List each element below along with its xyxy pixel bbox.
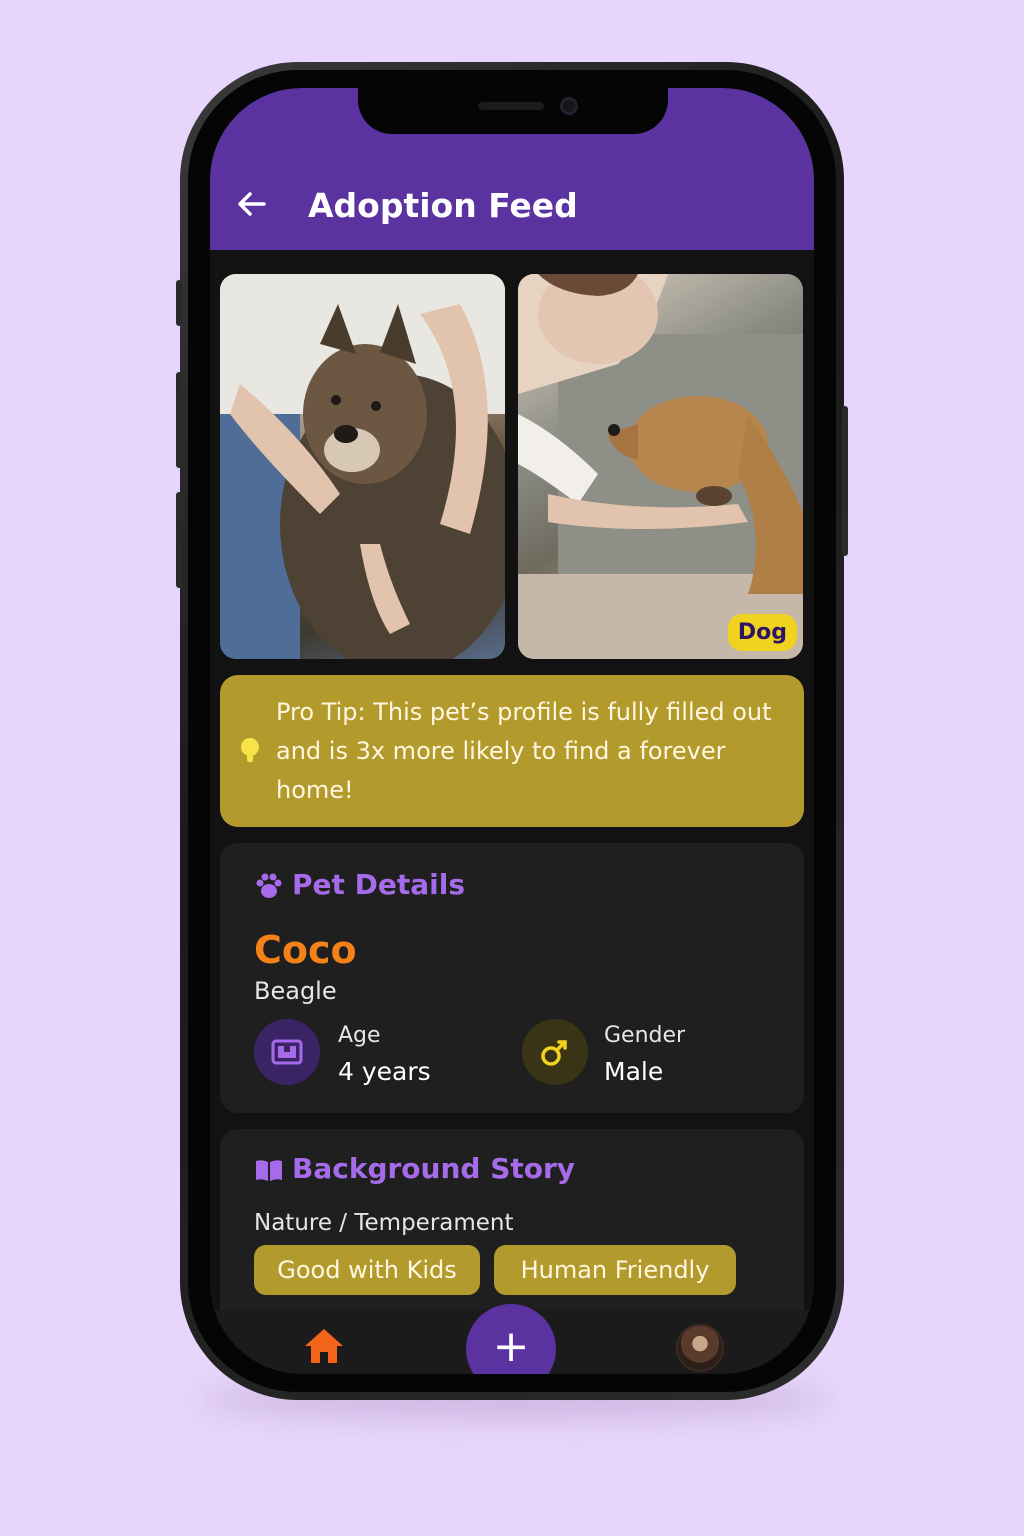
pet-photo-1[interactable] bbox=[220, 274, 505, 659]
page-title: Adoption Feed bbox=[308, 186, 578, 225]
temperament-chip[interactable]: Human Friendly bbox=[494, 1245, 736, 1295]
gender-icon-badge bbox=[522, 1019, 588, 1085]
front-camera bbox=[560, 97, 578, 115]
open-book-icon bbox=[256, 1160, 282, 1181]
arrow-left-icon bbox=[238, 192, 266, 216]
pro-tip-text: Pro Tip: This pet’s profile is fully fil… bbox=[276, 698, 772, 804]
pet-breed: Beagle bbox=[254, 977, 337, 1005]
feed-content[interactable]: Dog Pro Tip: This pet’s profile is fully… bbox=[210, 250, 814, 1329]
back-button[interactable] bbox=[232, 184, 272, 224]
notch bbox=[358, 88, 668, 134]
gender-value: Male bbox=[604, 1057, 664, 1086]
age-label: Age bbox=[338, 1023, 381, 1048]
photo-2-illustration bbox=[518, 274, 803, 659]
age-icon-badge bbox=[254, 1019, 320, 1085]
paw-icon bbox=[256, 873, 282, 898]
pro-tip-banner: Pro Tip: This pet’s profile is fully fil… bbox=[220, 675, 804, 827]
pet-details-heading: Pet Details bbox=[254, 867, 465, 903]
age-value: 4 years bbox=[338, 1057, 431, 1086]
screen: Adoption Feed Dog Pro Tip: This pet’s pr… bbox=[210, 88, 814, 1374]
home-icon[interactable] bbox=[302, 1326, 346, 1366]
temperament-subheading: Nature / Temperament bbox=[254, 1210, 514, 1236]
profile-avatar[interactable] bbox=[676, 1324, 724, 1372]
background-story-heading: Background Story bbox=[254, 1151, 575, 1187]
speaker-grille bbox=[478, 102, 544, 110]
background-story-card: Background Story Nature / Temperament Go… bbox=[220, 1129, 804, 1329]
pet-type-badge: Dog bbox=[727, 614, 797, 651]
silent-switch bbox=[176, 280, 182, 326]
male-symbol-icon bbox=[541, 1040, 567, 1066]
pet-details-card: Pet Details Coco Beagle Age 4 years Gend… bbox=[220, 843, 804, 1113]
calendar-icon bbox=[271, 1039, 303, 1065]
lightbulb-icon bbox=[241, 738, 259, 762]
temperament-chip[interactable]: Good with Kids bbox=[254, 1245, 480, 1295]
bottom-navigation: + bbox=[210, 1304, 814, 1374]
pet-details-heading-text: Pet Details bbox=[292, 868, 466, 901]
phone-frame: Adoption Feed Dog Pro Tip: This pet’s pr… bbox=[176, 62, 848, 1400]
pet-name: Coco bbox=[254, 928, 357, 972]
add-pet-button[interactable]: + bbox=[466, 1304, 556, 1374]
volume-up-button bbox=[176, 372, 182, 468]
pet-photo-2[interactable]: Dog bbox=[518, 274, 803, 659]
power-button bbox=[842, 406, 848, 556]
photo-1-illustration bbox=[220, 274, 505, 659]
background-story-heading-text: Background Story bbox=[292, 1152, 576, 1185]
gender-label: Gender bbox=[604, 1023, 686, 1048]
app-bar: Adoption Feed bbox=[210, 88, 814, 250]
volume-down-button bbox=[176, 492, 182, 588]
